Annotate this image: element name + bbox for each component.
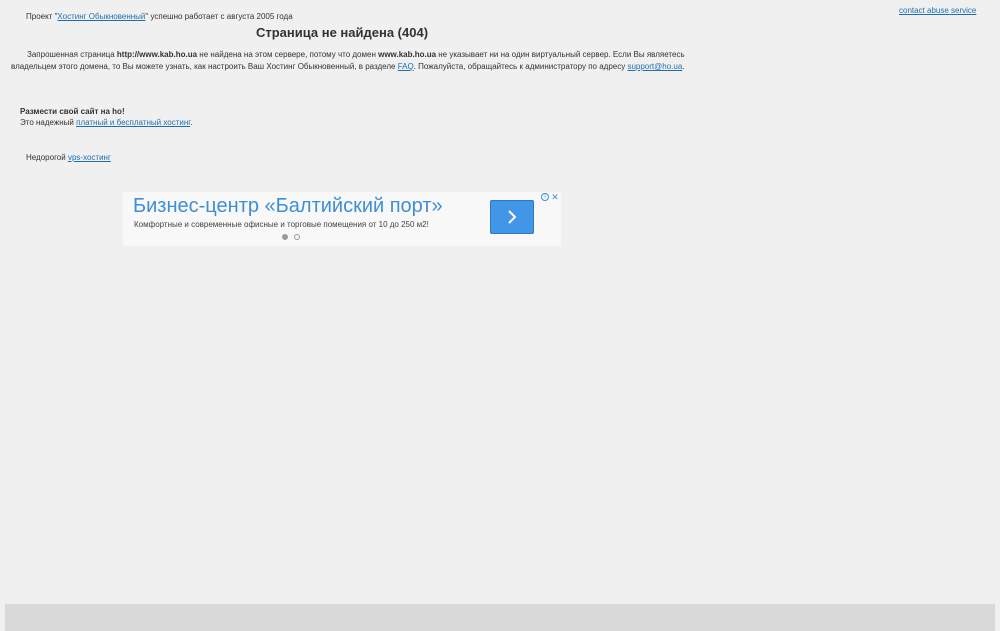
desc-text-1: Запрошенная страница [27,50,117,59]
ad-pagination [282,234,300,240]
hosting-plans-link[interactable]: платный и бесплатный хостинг [76,118,190,127]
vps-hosting-link[interactable]: vps-хостинг [68,153,111,162]
ad-choices: i ✕ [541,193,559,202]
contact-abuse-link[interactable]: contact abuse service [899,6,976,15]
project-suffix: " успешно работает с августа 2005 года [145,12,293,21]
requested-url: http://www.kab.ho.ua [116,50,198,59]
ad-dot-1[interactable] [282,234,288,240]
promo-text-suffix: . [190,118,193,127]
promo-block: Размести свой сайт на ho! Это надежный п… [20,106,192,128]
bottom-bar [5,604,995,631]
project-prefix: Проект " [26,12,58,21]
ad-subtitle[interactable]: Комфортные и современные офисные и торго… [134,220,429,229]
domain-name: www.kab.ho.ua [378,50,437,59]
ad-info-icon[interactable]: i [541,193,549,201]
chevron-right-icon [508,210,517,224]
page-title: Страница не найдена (404) [255,25,429,40]
support-email-link[interactable]: support@ho.ua [627,62,682,71]
faq-link[interactable]: FAQ [398,62,414,71]
hosting-link[interactable]: Хостинг Обыкновенный [57,12,145,21]
ad-banner[interactable]: Бизнес-центр «Балтийский порт» Комфортны… [123,192,561,246]
ad-dot-2[interactable] [294,234,300,240]
desc-text-2: не найдена на этом сервере, потому что д… [197,50,379,59]
ad-open-button[interactable] [490,200,534,234]
vps-prefix: Недорогой [26,153,68,162]
promo-text-prefix: Это надежный [20,118,77,127]
promo-title: Размести свой сайт на ho! [20,107,125,116]
ad-close-icon[interactable]: ✕ [551,193,559,202]
error-description: Запрошенная страница http://www.kab.ho.u… [11,49,691,73]
vps-line: Недорогой vps-хостинг [26,153,111,162]
project-line: Проект "Хостинг Обыкновенный" успешно ра… [26,12,293,21]
ad-headline[interactable]: Бизнес-центр «Балтийский порт» [133,194,443,218]
desc-text-4: . Пожалуйста, обращайтесь к администрато… [413,62,628,71]
desc-text-5: . [682,62,685,71]
